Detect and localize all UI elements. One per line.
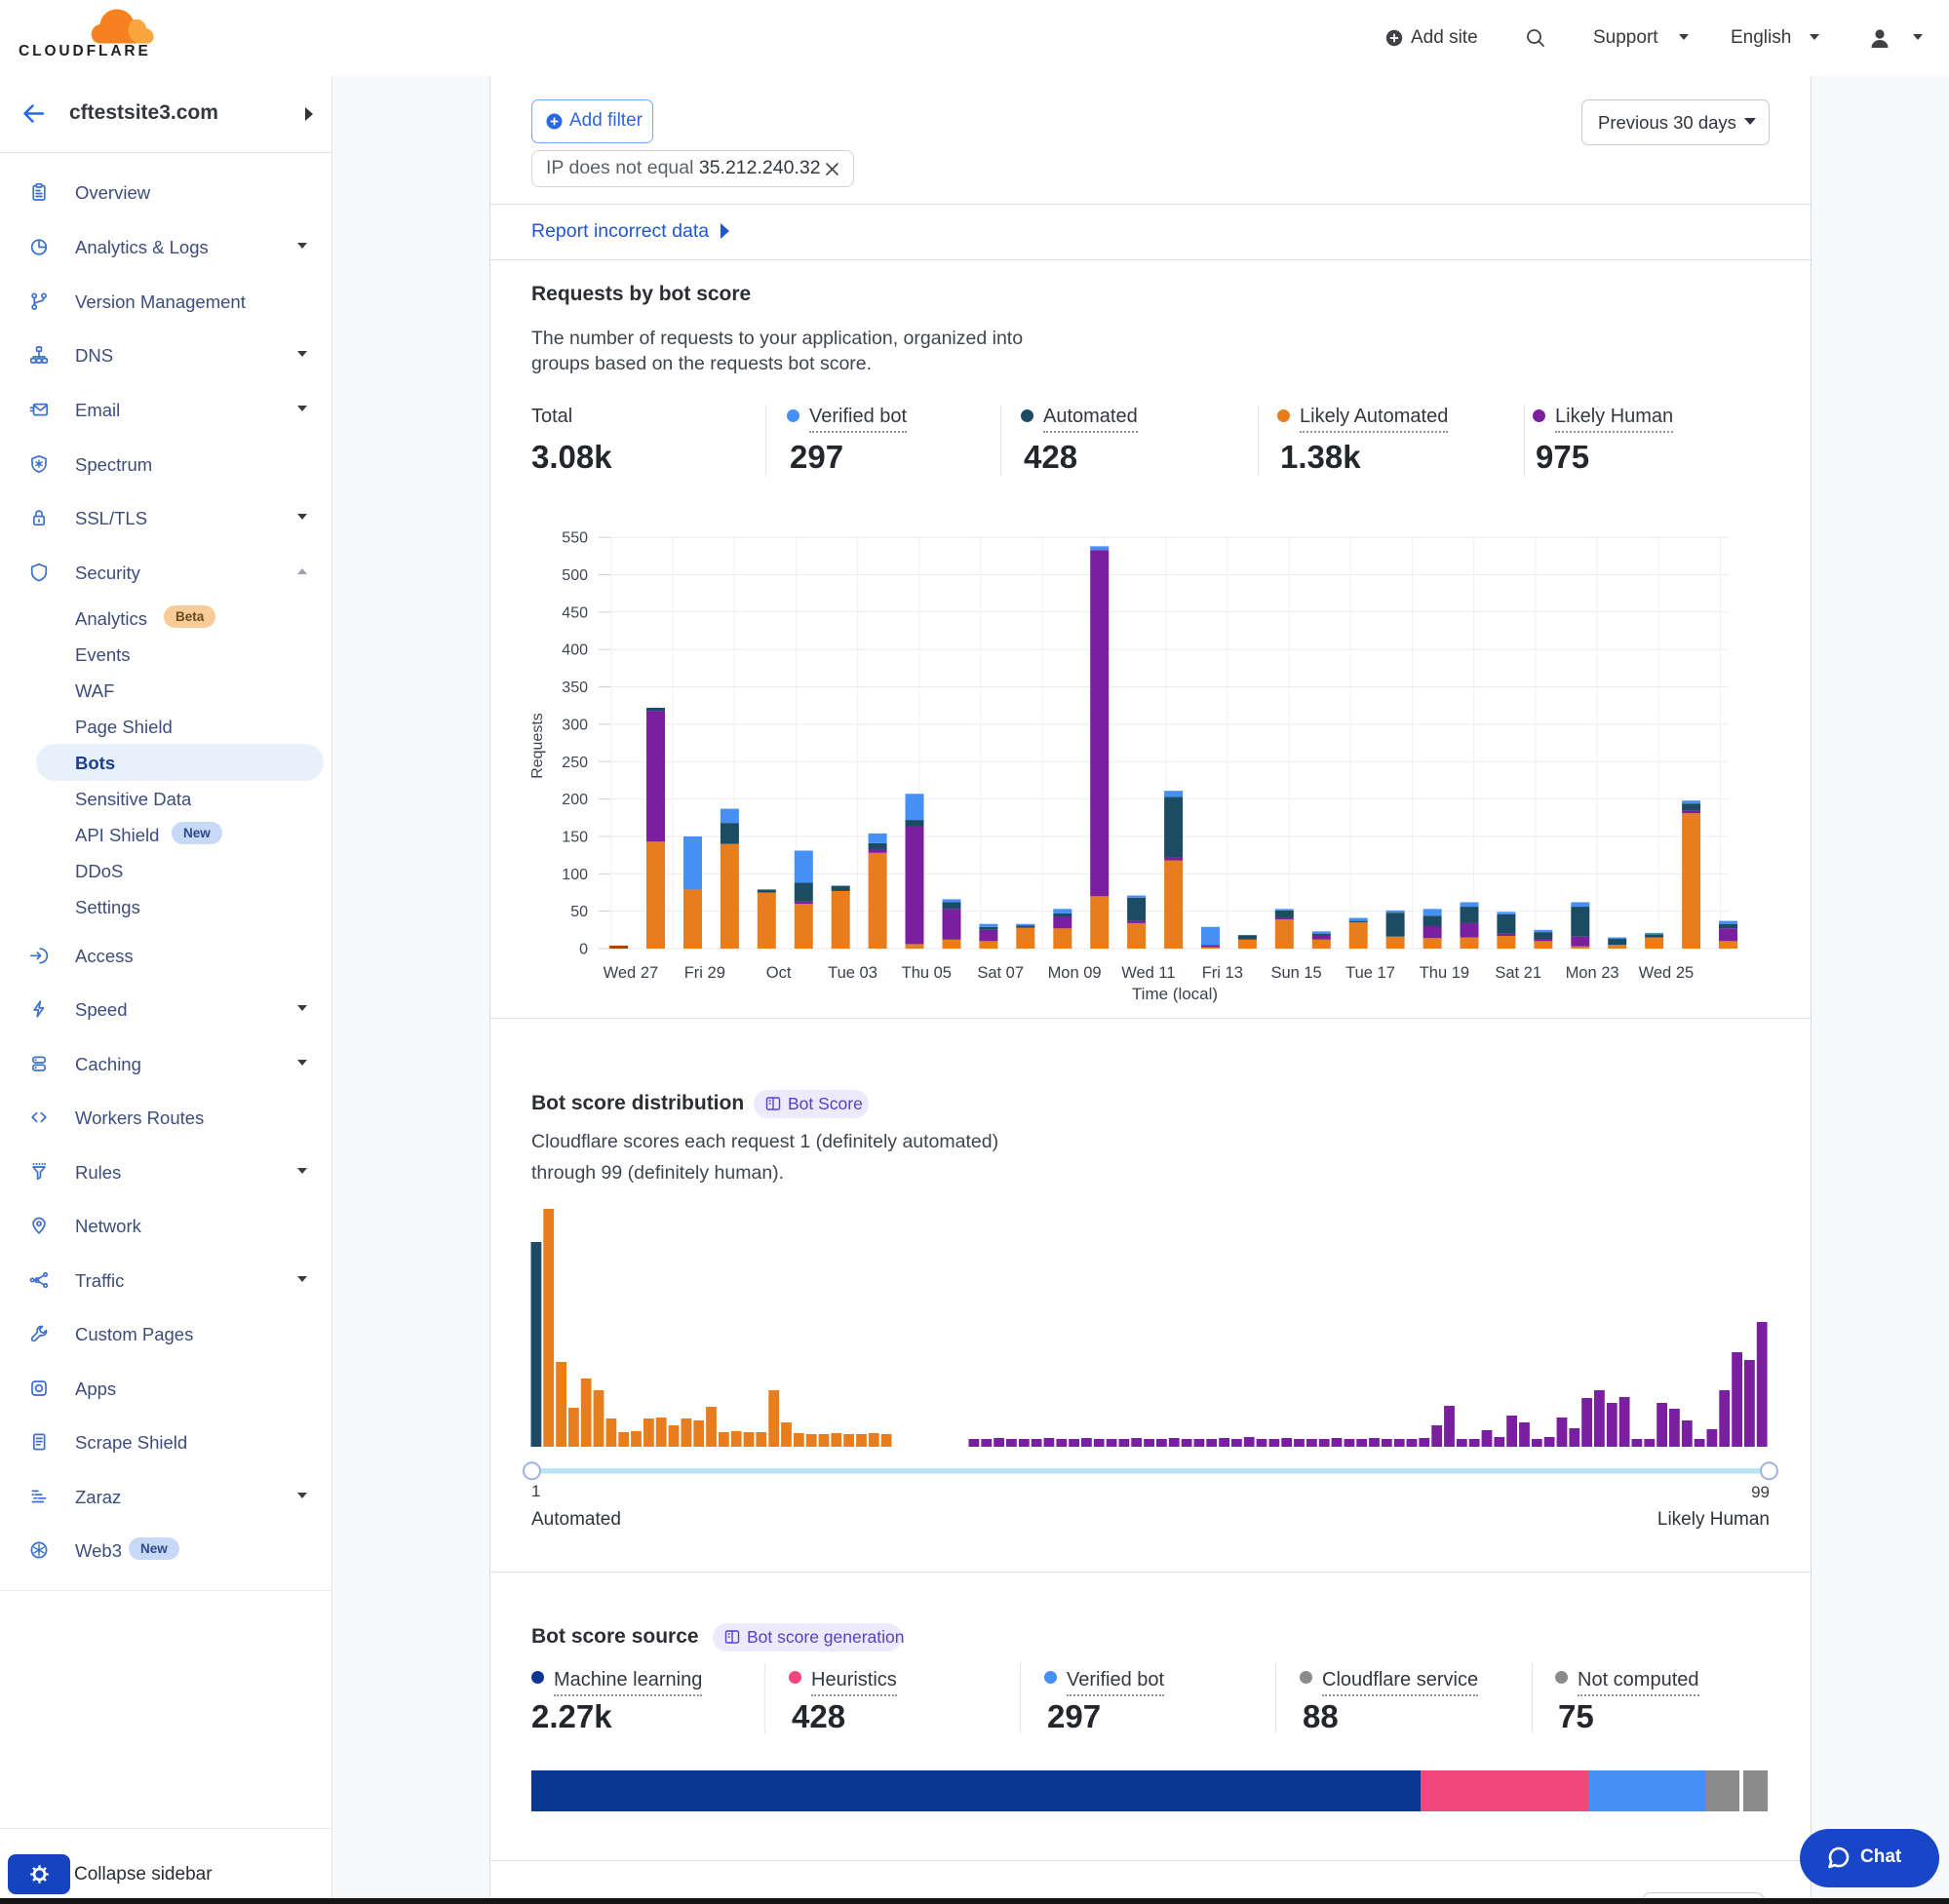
svg-text:Thu 19: Thu 19 [1420,964,1469,982]
svg-text:150: 150 [562,830,588,846]
svg-text:Oct: Oct [766,964,792,982]
svg-text:Sun 15: Sun 15 [1270,964,1321,982]
svg-text:Thu 05: Thu 05 [902,964,952,982]
svg-text:500: 500 [562,567,588,584]
svg-text:Time (local): Time (local) [1132,985,1218,1003]
svg-text:450: 450 [562,604,588,621]
svg-text:400: 400 [562,642,588,659]
svg-text:Requests: Requests [529,713,546,779]
svg-text:Sat 21: Sat 21 [1495,964,1541,982]
svg-text:200: 200 [562,792,588,808]
svg-text:Wed 27: Wed 27 [604,964,659,982]
svg-text:250: 250 [562,755,588,771]
svg-text:Fri 29: Fri 29 [684,964,725,982]
svg-text:100: 100 [562,867,588,883]
svg-text:Wed 25: Wed 25 [1639,964,1695,982]
svg-text:Fri 13: Fri 13 [1202,964,1243,982]
svg-text:350: 350 [562,680,588,696]
svg-text:50: 50 [570,904,588,920]
svg-text:Sat 07: Sat 07 [977,964,1024,982]
svg-text:300: 300 [562,717,588,733]
svg-text:Tue 03: Tue 03 [828,964,877,982]
svg-text:550: 550 [562,530,588,547]
svg-text:Tue 17: Tue 17 [1345,964,1395,982]
svg-text:0: 0 [579,942,588,958]
svg-text:Wed 11: Wed 11 [1121,964,1175,982]
svg-text:Mon 23: Mon 23 [1566,964,1619,982]
svg-text:Mon 09: Mon 09 [1048,964,1102,982]
